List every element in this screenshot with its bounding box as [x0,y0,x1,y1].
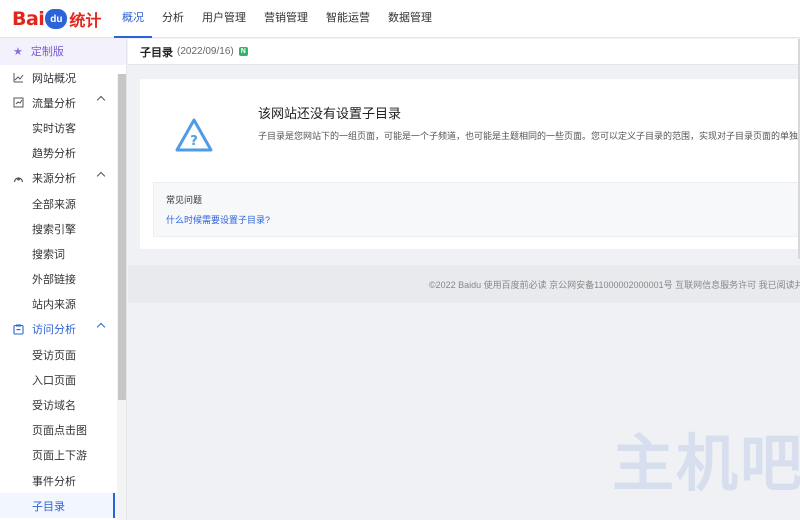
main-nav: 概况 分析 用户管理 营销管理 智能运营 数据管理 [114,0,442,38]
sidebar-item-label: 网站概况 [32,72,76,85]
nav-smart-operation[interactable]: 智能运营 [318,0,378,38]
sidebar-item-label: 来源分析 [32,173,76,186]
sidebar-item-search-terms[interactable]: 搜索词 [0,241,126,266]
source-icon [13,173,24,184]
sidebar-group-visit-analysis[interactable]: 访问分析 [0,317,126,342]
logo-text-bai: Bai [12,8,45,30]
sidebar-item-trend-analysis[interactable]: 趋势分析 [0,141,126,166]
sidebar-item-label: 访问分析 [32,324,76,337]
page-date: (2022/09/16) [177,46,234,57]
page-footer: ©2022 Baidu 使用百度前必读 京公网安备11000002000001号… [128,265,800,303]
faq-link-when-to-set-subdirectory[interactable]: 什么时候需要设置子目录? [166,213,270,226]
page-title: 子目录 [140,46,173,59]
new-badge: N [238,47,248,56]
sidebar-item-visited-domains[interactable]: 受访域名 [0,392,126,417]
sidebar-item-label: 定制版 [30,46,64,58]
sidebar-item-event-analysis[interactable]: 事件分析 [0,468,126,493]
sidebar-item-realtime-visitors[interactable]: 实时访客 [0,115,126,140]
line-chart-icon [13,72,24,83]
faq-title: 常见问题 [166,195,203,205]
chevron-up-icon[interactable] [96,171,106,180]
sidebar-item-custom-edition[interactable]: ★ 定制版 [0,39,126,65]
sidebar: ★ 定制版 网站概况 流量分析 实时访客 趋势分析 来源分析 全部来源 搜索引擎… [0,39,127,520]
nav-user-management[interactable]: 用户管理 [194,0,254,38]
sidebar-item-label: 流量分析 [32,97,76,110]
warning-triangle-icon: ? [175,118,213,152]
svg-text:?: ? [190,134,198,149]
page-header: 子目录 (2022/09/16) N [128,39,800,65]
sidebar-group-source-analysis[interactable]: 来源分析 [0,166,126,191]
sidebar-item-search-engines[interactable]: 搜索引擎 [0,216,126,241]
visit-analysis-icon [13,324,24,335]
chevron-up-icon[interactable] [96,95,106,105]
sidebar-item-subdirectory[interactable]: 子目录 [0,493,126,519]
sidebar-item-page-flow[interactable]: 页面上下游 [0,443,126,468]
faq-panel: 常见问题 什么时候需要设置子目录? [153,182,800,237]
star-icon: ★ [13,46,23,58]
empty-state-description: 子目录是您网站下的一组页面，可能是一个子频道，也可能是主题相同的一些页面。您可以… [258,131,800,141]
nav-marketing-management[interactable]: 营销管理 [256,0,316,38]
sidebar-item-all-sources[interactable]: 全部来源 [0,191,126,216]
nav-analysis[interactable]: 分析 [154,0,192,38]
sidebar-item-site-overview[interactable]: 网站概况 [0,65,126,90]
traffic-icon [13,97,24,108]
nav-data-management[interactable]: 数据管理 [380,0,440,38]
baidu-tongji-logo[interactable]: Bai du 统计 [12,5,101,33]
chevron-up-icon[interactable] [96,322,106,332]
sidebar-item-internal-sources[interactable]: 站内来源 [0,292,126,317]
sidebar-item-visited-pages[interactable]: 受访页面 [0,342,126,367]
sidebar-group-traffic-analysis[interactable]: 流量分析 [0,90,126,115]
sidebar-scrollbar-thumb[interactable] [118,74,126,400]
top-navbar: Bai du 统计 概况 分析 用户管理 营销管理 智能运营 数据管理 [0,0,800,38]
footer-copyright: ©2022 Baidu 使用百度前必读 京公网安备11000002000001号… [429,280,800,290]
empty-state-card: ? 该网站还没有设置子目录 子目录是您网站下的一组页面，可能是一个子频道，也可能… [140,79,800,249]
empty-state-title: 该网站还没有设置子目录 [258,106,402,121]
sidebar-item-page-click-map[interactable]: 页面点击图 [0,418,126,443]
nav-overview[interactable]: 概况 [114,0,152,38]
logo-paw-icon: du [45,9,68,29]
sidebar-item-entry-pages[interactable]: 入口页面 [0,367,126,392]
watermark-text: 主机吧 [612,427,800,500]
sidebar-item-external-links[interactable]: 外部链接 [0,267,126,292]
logo-text-tongji: 统计 [69,11,102,30]
